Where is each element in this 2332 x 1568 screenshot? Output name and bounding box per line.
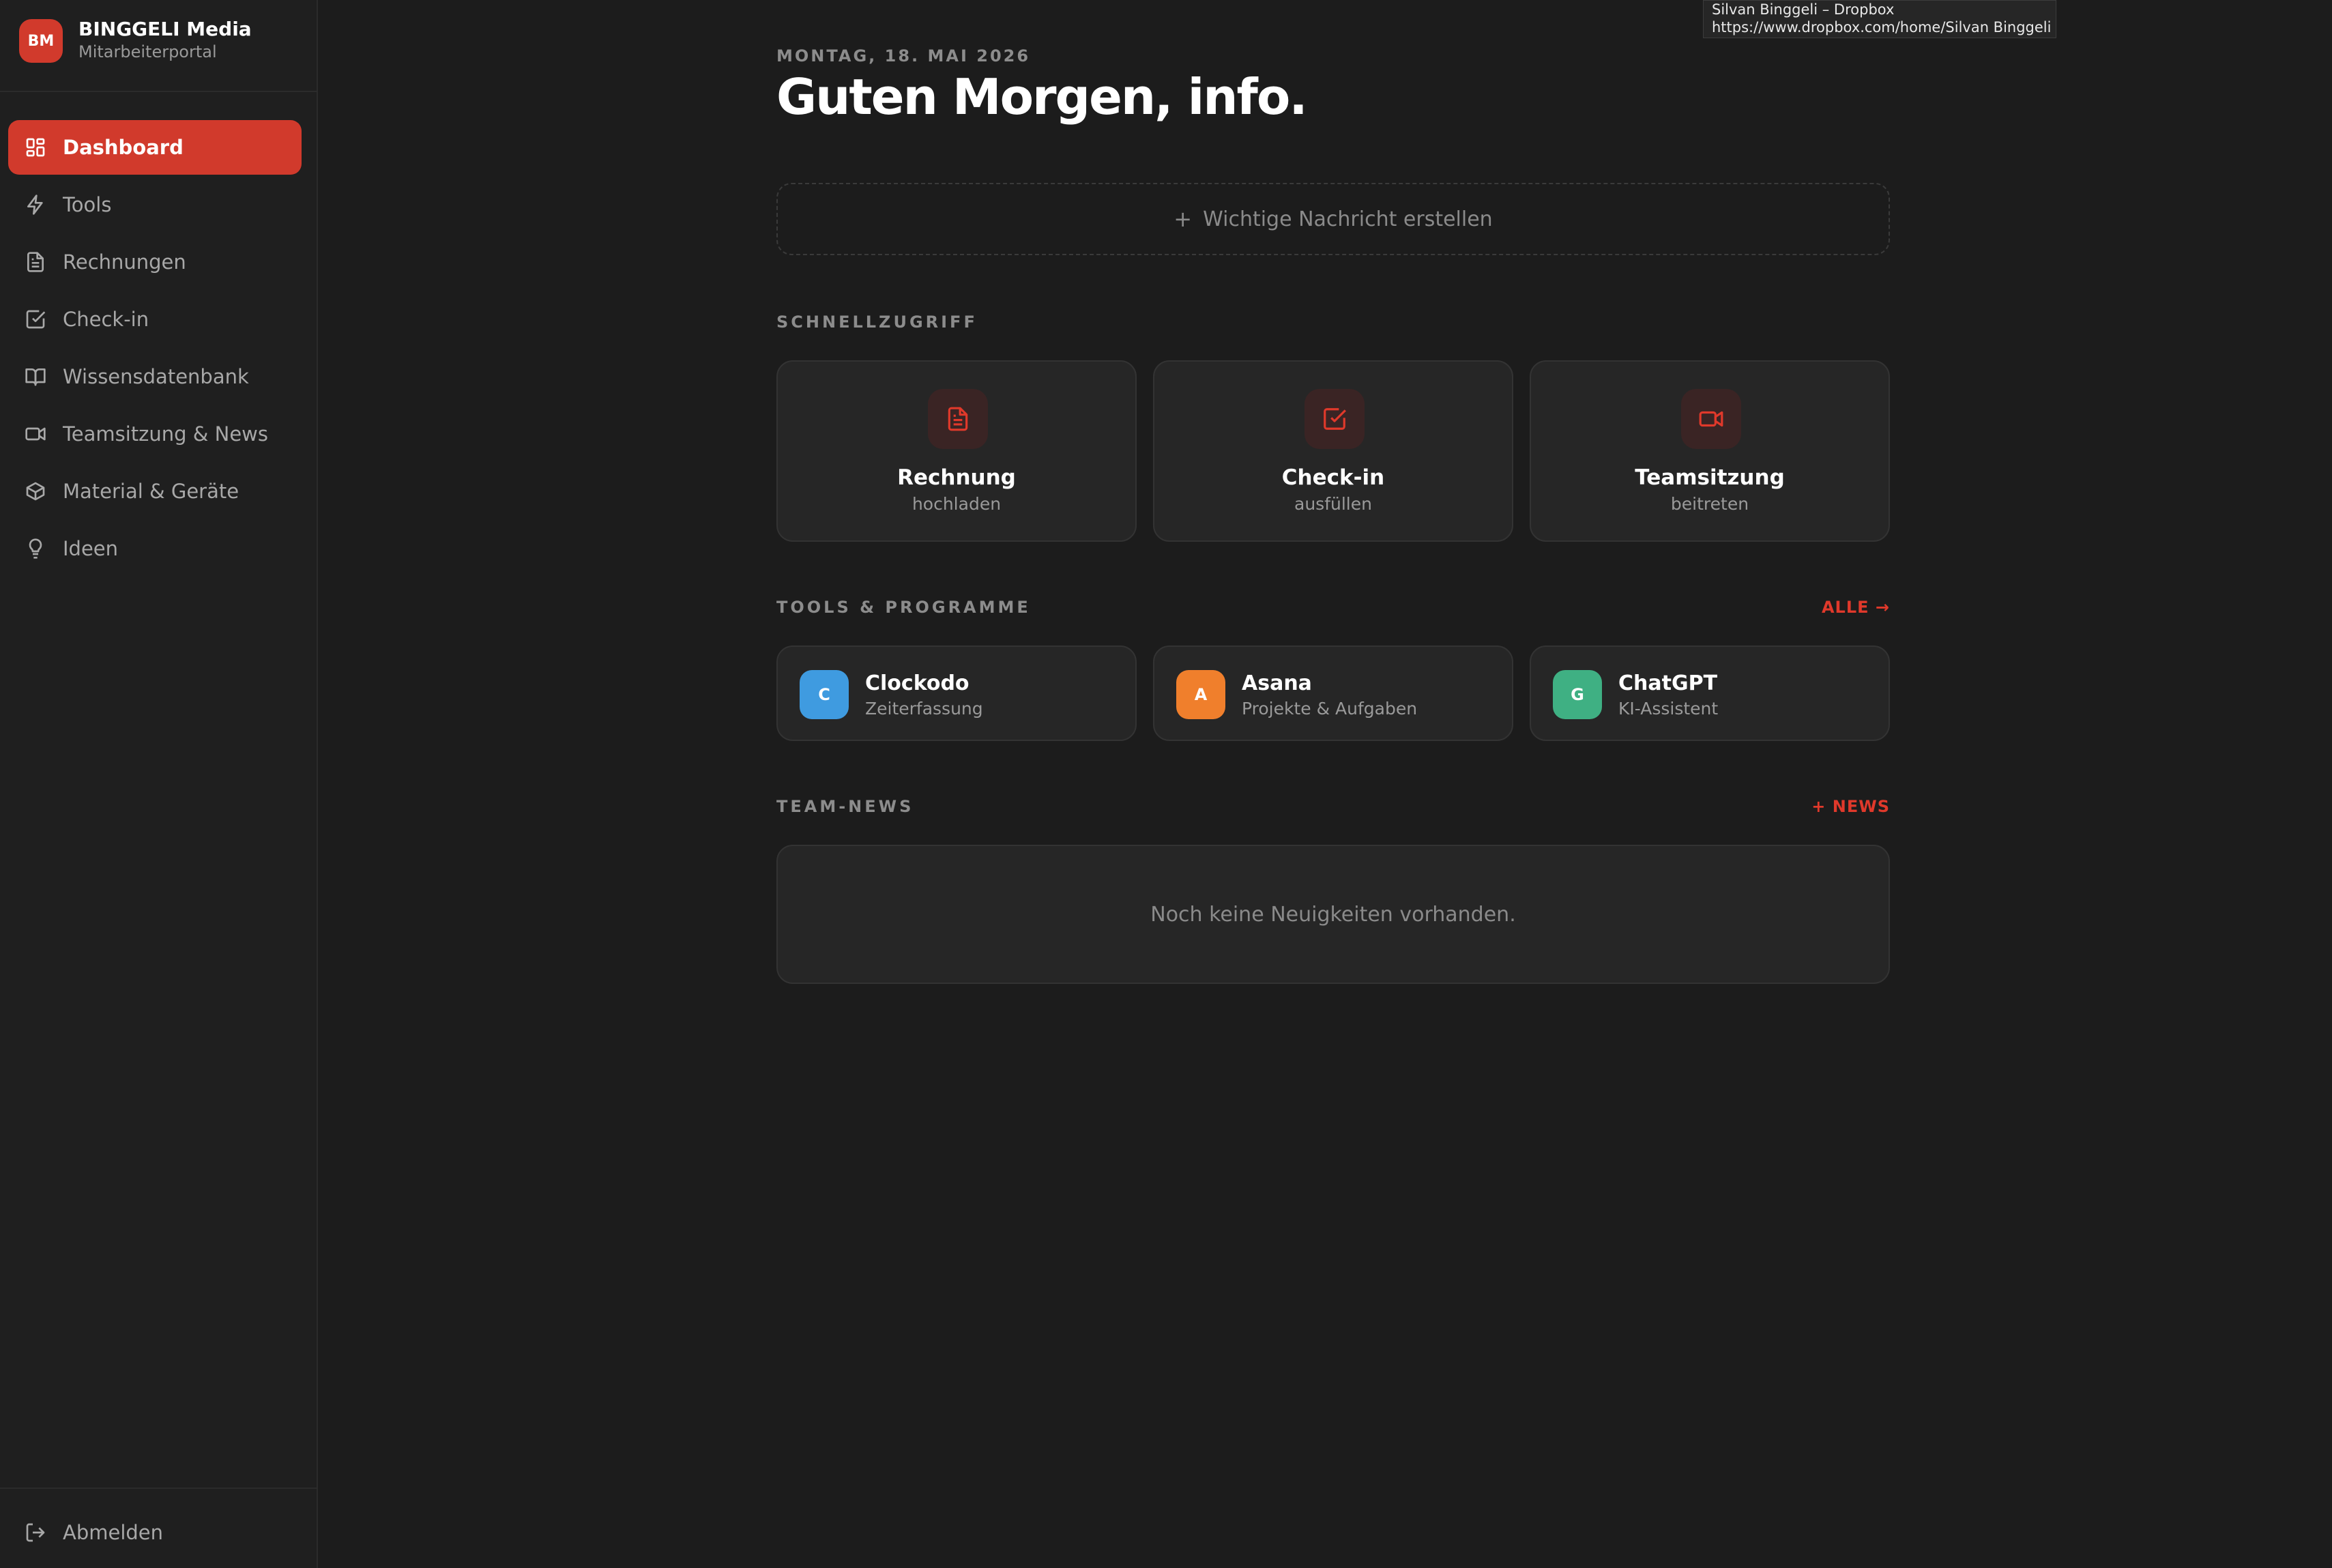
quick-card-subtitle: beitreten bbox=[1670, 494, 1749, 514]
tool-card-clockodo[interactable]: C Clockodo Zeiterfassung bbox=[776, 645, 1137, 741]
logout-icon bbox=[25, 1522, 46, 1543]
bolt-icon bbox=[25, 194, 46, 216]
news-empty-state: Noch keine Neuigkeiten vorhanden. bbox=[776, 845, 1890, 984]
brand-subtitle: Mitarbeiterportal bbox=[78, 42, 217, 61]
tool-card-asana[interactable]: A Asana Projekte & Aufgaben bbox=[1153, 645, 1513, 741]
book-icon bbox=[25, 366, 46, 388]
date-line: MONTAG, 18. MAI 2026 bbox=[776, 46, 1031, 66]
quick-card-title: Teamsitzung bbox=[1635, 465, 1785, 490]
logout-button[interactable]: Abmelden bbox=[8, 1505, 302, 1560]
checkbox-icon bbox=[25, 308, 46, 330]
tool-avatar: A bbox=[1176, 670, 1225, 719]
plus-icon: + bbox=[1174, 206, 1193, 232]
sidebar-item-teamsitzung[interactable]: Teamsitzung & News bbox=[8, 407, 302, 461]
lightbulb-icon bbox=[25, 538, 46, 560]
sidebar-item-label: Rechnungen bbox=[63, 250, 186, 274]
quick-card-title: Check-in bbox=[1281, 465, 1385, 490]
add-news-link[interactable]: + NEWS bbox=[1811, 797, 1890, 816]
grid-icon bbox=[25, 136, 46, 158]
tool-avatar: C bbox=[800, 670, 849, 719]
quick-card-subtitle: hochladen bbox=[912, 494, 1002, 514]
sidebar-item-label: Material & Geräte bbox=[63, 480, 239, 503]
news-empty-text: Noch keine Neuigkeiten vorhanden. bbox=[1150, 902, 1516, 927]
logout-label: Abmelden bbox=[63, 1521, 164, 1544]
sidebar-item-material[interactable]: Material & Geräte bbox=[8, 464, 302, 519]
brand-logo: BM bbox=[19, 19, 63, 63]
box-icon bbox=[25, 480, 46, 502]
quick-card-subtitle: ausfüllen bbox=[1294, 494, 1372, 514]
tool-name: Clockodo bbox=[865, 671, 970, 695]
checkbox-icon bbox=[1305, 389, 1365, 449]
tool-description: KI-Assistent bbox=[1618, 699, 1719, 718]
sidebar-item-label: Dashboard bbox=[63, 136, 184, 159]
sidebar-item-label: Tools bbox=[63, 193, 112, 216]
page-title: Guten Morgen, info. bbox=[776, 68, 1308, 126]
app: BM BINGGELI Media Mitarbeiterportal Dash… bbox=[0, 0, 2332, 1568]
tool-description: Projekte & Aufgaben bbox=[1242, 699, 1418, 718]
document-icon bbox=[25, 251, 46, 273]
quick-card-teamsitzung[interactable]: Teamsitzung beitreten bbox=[1530, 360, 1890, 542]
sidebar-nav: Dashboard Tools Rechnungen Check-in Wiss… bbox=[8, 120, 302, 579]
sidebar-item-label: Teamsitzung & News bbox=[63, 422, 268, 446]
sidebar-item-rechnungen[interactable]: Rechnungen bbox=[8, 235, 302, 289]
sidebar-item-check-in[interactable]: Check-in bbox=[8, 292, 302, 347]
sidebar-item-wissensdatenbank[interactable]: Wissensdatenbank bbox=[8, 349, 302, 404]
video-icon bbox=[25, 423, 46, 445]
tooltip-title: Silvan Binggeli – Dropbox bbox=[1712, 1, 1895, 18]
sidebar-item-label: Ideen bbox=[63, 537, 119, 560]
sidebar-item-tools[interactable]: Tools bbox=[8, 177, 302, 232]
tooltip-url: https://www.dropbox.com/home/Silvan Bing… bbox=[1712, 19, 2052, 35]
quick-card-title: Rechnung bbox=[897, 465, 1016, 490]
quick-card-rechnung[interactable]: Rechnung hochladen bbox=[776, 360, 1137, 542]
team-news-label: TEAM-NEWS bbox=[776, 797, 914, 816]
tool-avatar: G bbox=[1553, 670, 1602, 719]
sidebar-item-dashboard[interactable]: Dashboard bbox=[8, 120, 302, 175]
quick-access-label: SCHNELLZUGRIFF bbox=[776, 313, 978, 332]
video-icon bbox=[1681, 389, 1741, 449]
sidebar: BM BINGGELI Media Mitarbeiterportal Dash… bbox=[0, 0, 318, 1568]
link-tooltip: Silvan Binggeli – Dropbox https://www.dr… bbox=[1703, 0, 2056, 38]
tool-name: ChatGPT bbox=[1618, 671, 1718, 695]
sidebar-item-label: Check-in bbox=[63, 308, 149, 331]
brand-header: BM BINGGELI Media Mitarbeiterportal bbox=[0, 0, 317, 92]
tool-card-chatgpt[interactable]: G ChatGPT KI-Assistent bbox=[1530, 645, 1890, 741]
tools-label: TOOLS & PROGRAMME bbox=[776, 598, 1031, 617]
sidebar-item-ideen[interactable]: Ideen bbox=[8, 521, 302, 576]
create-message-label: Wichtige Nachricht erstellen bbox=[1203, 207, 1493, 231]
create-message-button[interactable]: + Wichtige Nachricht erstellen bbox=[776, 183, 1890, 255]
tools-all-link[interactable]: ALLE → bbox=[1822, 598, 1890, 617]
tool-description: Zeiterfassung bbox=[865, 699, 983, 718]
tool-name: Asana bbox=[1242, 671, 1312, 695]
document-icon bbox=[928, 389, 988, 449]
brand-name: BINGGELI Media bbox=[78, 18, 252, 40]
logout-divider bbox=[0, 1487, 317, 1489]
quick-card-check-in[interactable]: Check-in ausfüllen bbox=[1153, 360, 1513, 542]
sidebar-item-label: Wissensdatenbank bbox=[63, 365, 249, 388]
